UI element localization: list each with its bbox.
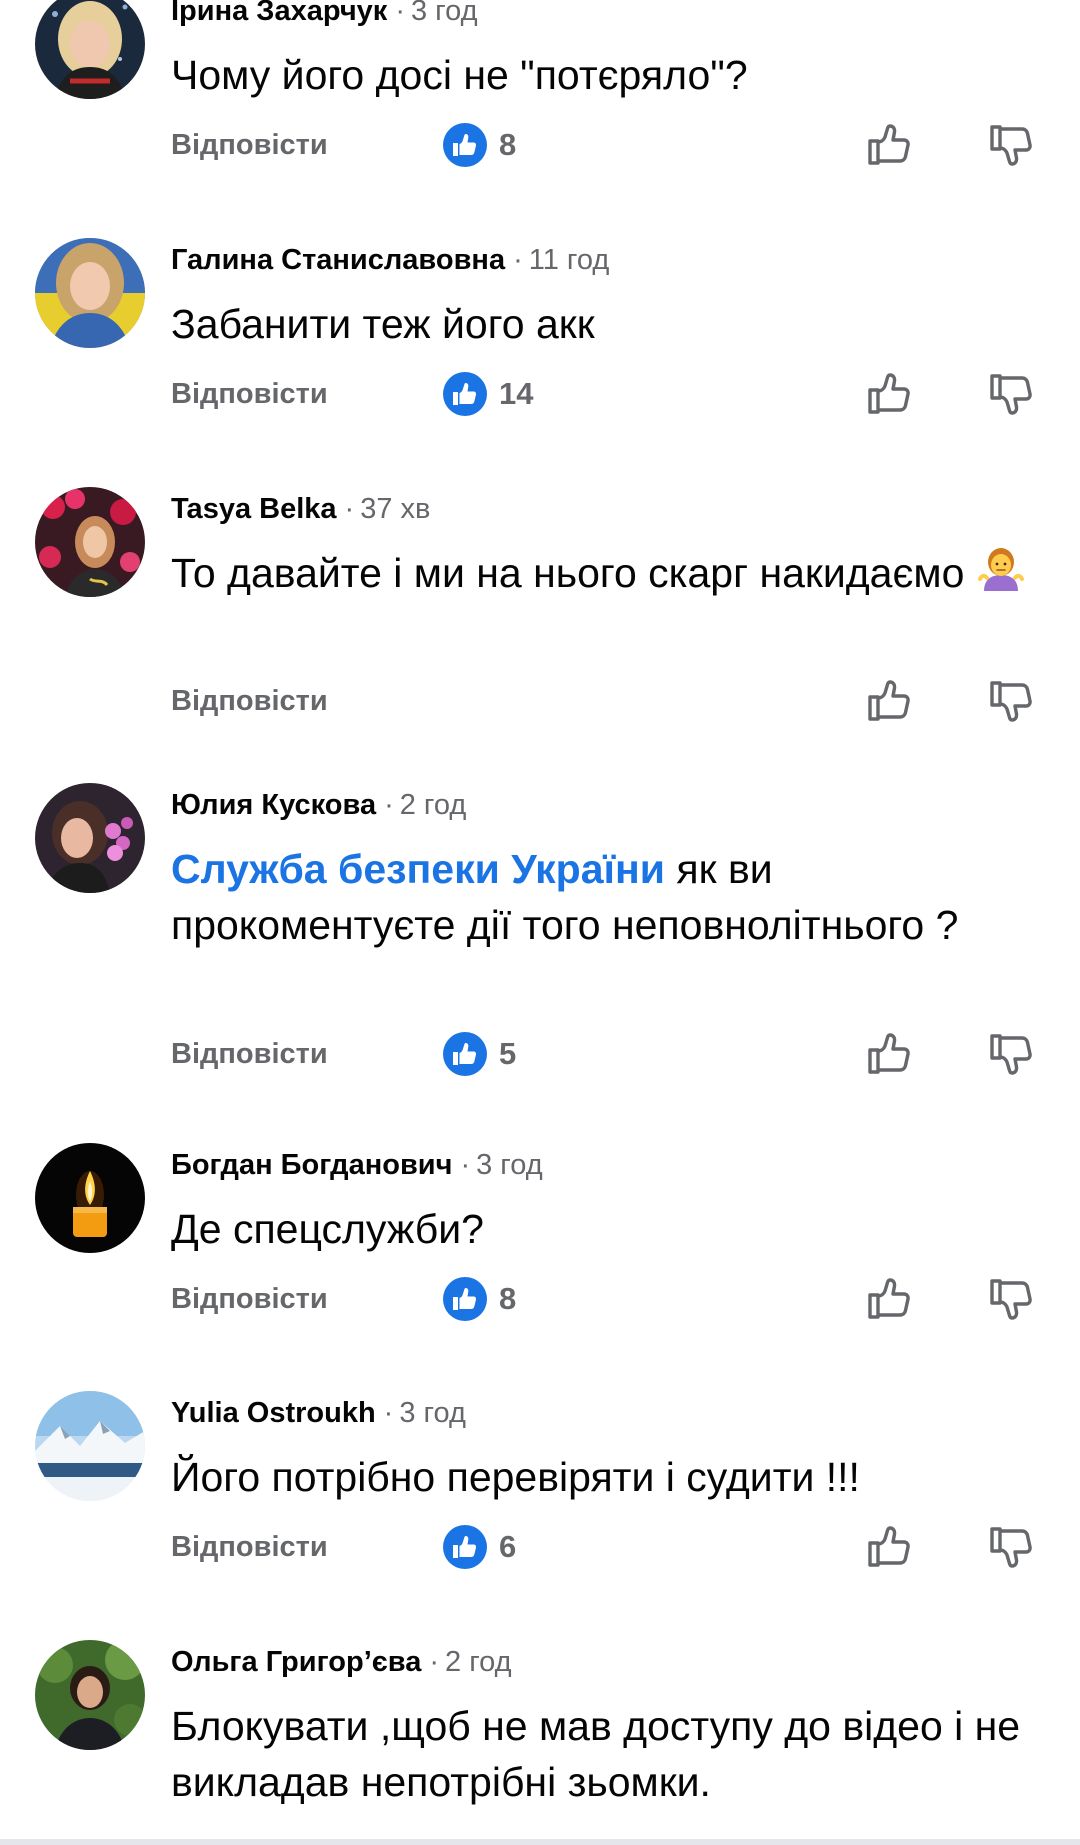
thumbs-up-icon[interactable] <box>864 370 912 418</box>
thumbs-down-icon[interactable] <box>986 1523 1034 1571</box>
comment-text: Забанити теж його акк <box>171 301 595 347</box>
like-reaction-icon <box>443 1032 487 1076</box>
avatar[interactable] <box>35 238 145 348</box>
like-reaction-icon <box>443 372 487 416</box>
reply-button[interactable]: Відповісти <box>171 115 328 175</box>
comment-text-content: То давайте і ми на нього скарг накидаємо <box>171 550 965 596</box>
author-name[interactable]: Юлия Кускова <box>171 789 376 821</box>
reply-button[interactable]: Відповісти <box>171 1517 328 1577</box>
comment-text: То давайте і ми на нього скарг накидаємо <box>171 545 1051 601</box>
comment-actions: Відповісти 6 <box>0 1517 1080 1577</box>
woman-shrugging-emoji <box>977 548 1024 591</box>
thumbs-up-icon[interactable] <box>864 121 912 169</box>
comment-text: Чому його досі не "потєряло"? <box>171 52 748 98</box>
like-reaction-icon <box>443 1525 487 1569</box>
author-name[interactable]: Богдан Богданович <box>171 1149 452 1181</box>
comment-header: Юлия Кускова · 2 год <box>171 781 466 829</box>
comment-actions: Відповісти 14 <box>0 364 1080 424</box>
reply-button[interactable]: Відповісти <box>171 1024 328 1084</box>
author-name[interactable]: Галина Станиславовна <box>171 244 505 276</box>
reply-button[interactable]: Відповісти <box>171 671 328 731</box>
thumbs-down-icon[interactable] <box>986 1275 1034 1323</box>
avatar[interactable] <box>35 1143 145 1253</box>
thumbs-up-icon[interactable] <box>864 1523 912 1571</box>
comment-time[interactable]: 2 год <box>400 789 467 821</box>
avatar[interactable] <box>35 1640 145 1750</box>
reaction-count: 5 <box>499 1036 517 1071</box>
separator-dot: · <box>344 493 355 525</box>
separator-dot: · <box>384 789 394 821</box>
reaction-count: 8 <box>499 1281 517 1316</box>
bottom-divider <box>0 1839 1080 1845</box>
separator-dot: · <box>513 244 523 276</box>
comment-actions: Відповісти 5 <box>0 1024 1080 1084</box>
thumbs-down-icon[interactable] <box>986 370 1034 418</box>
author-name[interactable]: Ірина Захарчук <box>171 0 387 27</box>
reaction-count: 8 <box>499 127 517 162</box>
comment-actions: Відповісти 8 <box>0 1269 1080 1329</box>
page-mention-link[interactable]: Служба безпеки України <box>171 846 665 892</box>
comment-time[interactable]: 3 год <box>399 1397 466 1429</box>
reply-button[interactable]: Відповісти <box>171 364 328 424</box>
comment-actions: Відповісти 8 <box>0 115 1080 175</box>
thumbs-down-icon[interactable] <box>986 121 1034 169</box>
thumbs-down-icon[interactable] <box>986 1030 1034 1078</box>
author-name[interactable]: Yulia Ostroukh <box>171 1397 376 1429</box>
comment-list: Ірина Захарчук · 3 год Чому його досі не "… <box>0 0 1080 1845</box>
comment-time[interactable]: 3 год <box>476 1149 543 1181</box>
separator-dot: · <box>460 1149 471 1181</box>
reaction-count: 6 <box>499 1529 517 1564</box>
comment-text: Служба безпеки України як ви прокоментує… <box>171 841 1051 953</box>
separator-dot: · <box>383 1397 394 1429</box>
author-name[interactable]: Ольга Григор’єва <box>171 1646 421 1678</box>
thumbs-up-icon[interactable] <box>864 677 912 725</box>
thumbs-up-icon[interactable] <box>864 1030 912 1078</box>
comment-header: Богдан Богданович · 3 год <box>171 1141 543 1189</box>
separator-dot: · <box>429 1646 440 1678</box>
comment-text: Його потрібно перевіряти і судити !!! <box>171 1454 860 1500</box>
comment-header: Yulia Ostroukh · 3 год <box>171 1389 466 1437</box>
comment-text: Блокувати ,щоб не мав доступу до відео і… <box>171 1703 1021 1805</box>
reaction-count: 14 <box>499 376 534 411</box>
author-name[interactable]: Tasya Belka <box>171 493 337 525</box>
avatar[interactable] <box>35 0 145 99</box>
like-reaction-icon <box>443 1277 487 1321</box>
thumbs-down-icon[interactable] <box>986 677 1034 725</box>
avatar[interactable] <box>35 783 145 893</box>
separator-dot: · <box>395 0 405 27</box>
avatar[interactable] <box>35 1391 145 1501</box>
comment-actions: Відповісти <box>0 671 1080 731</box>
avatar[interactable] <box>35 487 145 597</box>
comment-time[interactable]: 2 год <box>445 1646 512 1678</box>
comment-text: Де спецслужби? <box>171 1206 484 1252</box>
reply-button[interactable]: Відповісти <box>171 1269 328 1329</box>
comment-header: Ольга Григор’єва · 2 год <box>171 1638 512 1686</box>
comment-time[interactable]: 37 хв <box>360 493 430 525</box>
comment-time[interactable]: 11 год <box>529 244 610 276</box>
like-reaction-icon <box>443 123 487 167</box>
comment-header: Tasya Belka · 37 хв <box>171 485 430 533</box>
thumbs-up-icon[interactable] <box>864 1275 912 1323</box>
comment-time[interactable]: 3 год <box>411 0 478 27</box>
comment-header: Ірина Захарчук · 3 год <box>171 0 478 35</box>
comment-header: Галина Станиславовна · 11 год <box>171 236 609 284</box>
